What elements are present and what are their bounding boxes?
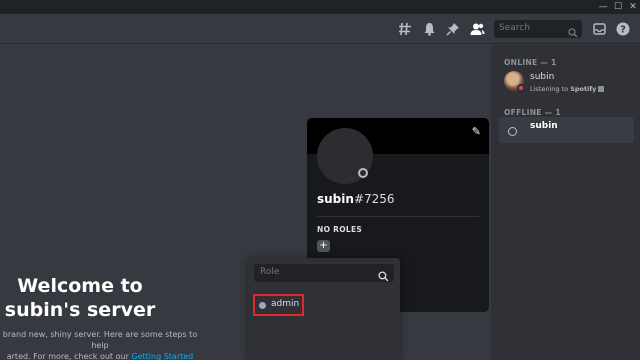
offline-avatar-icon: [508, 127, 517, 136]
welcome-title-line1: Welcome to: [17, 275, 143, 297]
welcome-description: brand new, shiny server. Here are some s…: [0, 329, 200, 360]
role-name: admin: [271, 299, 300, 309]
activity-prefix: Listening to: [530, 85, 571, 93]
member-item-online[interactable]: subin Listening to Spotify: [499, 68, 634, 100]
activity-name: Spotify: [570, 85, 597, 93]
profile-divider: [317, 216, 479, 217]
profile-username: subin#7256: [317, 192, 395, 206]
search-icon: [378, 267, 389, 286]
bell-icon[interactable]: [419, 19, 439, 39]
roles-header: NO ROLES: [317, 225, 363, 234]
role-color-dot: [259, 302, 266, 309]
close-window-button[interactable]: ✕: [624, 0, 640, 14]
search-icon: [568, 23, 578, 42]
welcome-desc-line2: arted. For more, check out our Getting S…: [0, 351, 200, 360]
svg-text:?: ?: [620, 25, 626, 36]
offline-status-icon: [358, 168, 368, 178]
search-bar[interactable]: Search: [494, 20, 582, 38]
pin-icon[interactable]: [443, 19, 463, 39]
member-name: subin: [530, 72, 555, 82]
search-placeholder: Search: [499, 23, 530, 33]
edit-profile-icon[interactable]: ✎: [472, 125, 481, 138]
role-search-input[interactable]: Role: [254, 264, 394, 282]
offline-group-header: OFFLINE — 1: [504, 108, 561, 117]
member-name: subin: [530, 121, 558, 131]
dnd-status-icon: [517, 84, 525, 92]
window-titlebar: — ☐ ✕: [0, 0, 640, 14]
member-item-offline[interactable]: subin: [499, 117, 634, 143]
spotify-icon: [598, 86, 605, 92]
help-icon[interactable]: ?: [613, 19, 633, 39]
username-text: subin: [317, 192, 354, 206]
members-icon[interactable]: [467, 19, 487, 39]
member-activity: Listening to Spotify: [530, 85, 605, 93]
member-list: ONLINE — 1 subin Listening to Spotify OF…: [491, 45, 640, 360]
welcome-desc-text: arted. For more, check out our: [6, 352, 132, 360]
role-picker: Role admin: [248, 258, 400, 360]
username-tag: #7256: [353, 192, 395, 206]
role-option-admin[interactable]: admin: [253, 294, 304, 316]
inbox-icon[interactable]: [589, 19, 609, 39]
threads-icon[interactable]: [395, 19, 415, 39]
role-search-placeholder: Role: [260, 267, 280, 277]
welcome-desc-line1: brand new, shiny server. Here are some s…: [2, 330, 198, 350]
add-role-button[interactable]: +: [317, 240, 330, 252]
online-group-header: ONLINE — 1: [504, 58, 557, 67]
welcome-title-line2: subin's server: [4, 299, 156, 321]
welcome-title: Welcome to subin's server: [0, 274, 160, 322]
channel-header: Search ?: [0, 14, 640, 44]
